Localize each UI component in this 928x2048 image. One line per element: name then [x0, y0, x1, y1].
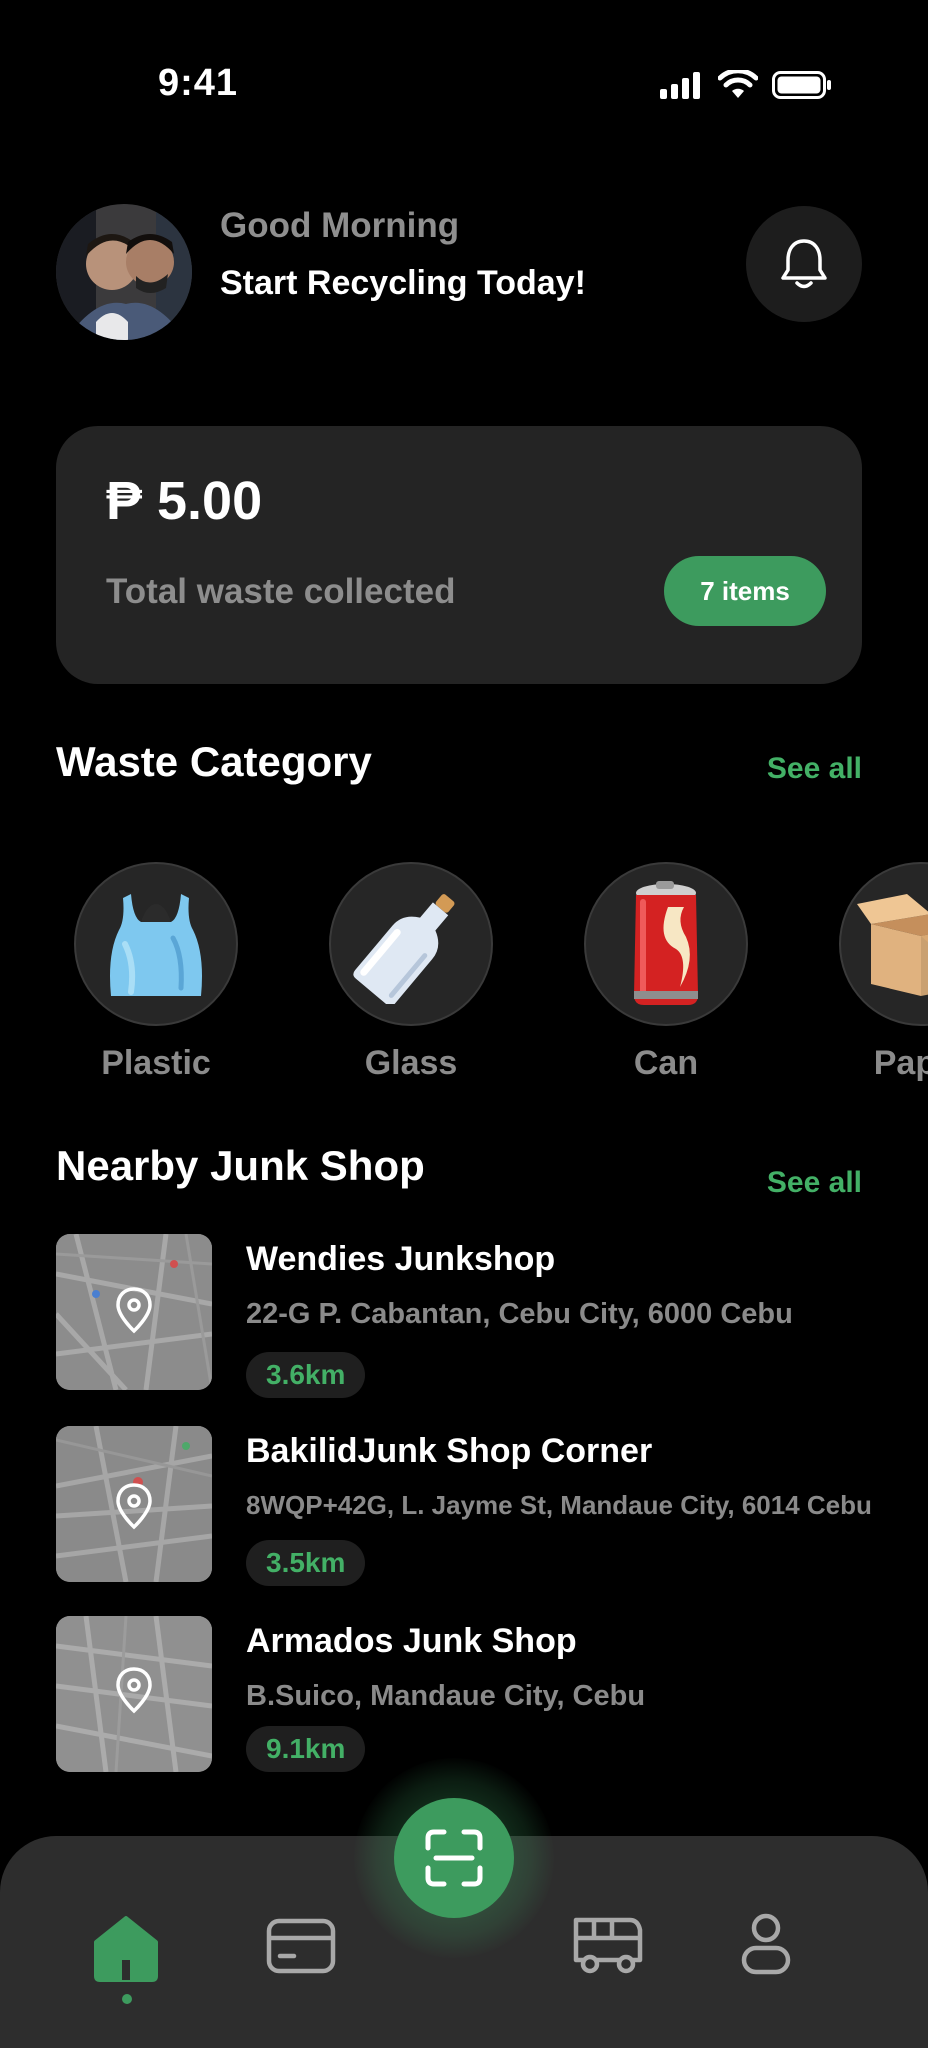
shop-item-bakilid[interactable]: BakilidJunk Shop Corner 8WQP+42G, L. Jay… [56, 1426, 916, 1586]
nav-home[interactable] [90, 1914, 162, 1982]
category-item-can[interactable]: Can [584, 862, 748, 1083]
status-bar: 9:41 [0, 0, 928, 130]
status-time: 9:41 [158, 62, 239, 104]
glass-bottle-icon [329, 862, 493, 1026]
active-indicator-dot [122, 1994, 132, 2004]
category-item-paper[interactable]: Paper [839, 862, 928, 1083]
wifi-icon [718, 70, 758, 98]
nearby-see-all[interactable]: See all [767, 1166, 862, 1200]
cardboard-box-icon [839, 862, 928, 1026]
items-count-badge: 7 items [664, 556, 826, 626]
profile-icon [741, 1913, 791, 1975]
shop-address: 8WQP+42G, L. Jayme St, Mandaue City, 601… [246, 1490, 872, 1520]
header: Good Morning Start Recycling Today! [56, 200, 862, 340]
balance-card[interactable]: ₱ 5.00 Total waste collected 7 items [56, 426, 862, 684]
waste-category-see-all[interactable]: See all [767, 752, 862, 786]
shop-distance-badge: 3.6km [246, 1352, 366, 1398]
battery-icon [772, 71, 831, 99]
greeting-text: Good Morning [220, 206, 460, 245]
shop-name: BakilidJunk Shop Corner [246, 1432, 653, 1470]
category-label-can: Can [633, 1044, 699, 1082]
location-pin-icon [116, 1483, 152, 1530]
bell-icon [781, 239, 827, 289]
location-pin-icon [116, 1667, 152, 1714]
shop-name: Wendies Junkshop [246, 1240, 556, 1278]
shop-distance-badge: 9.1km [246, 1726, 366, 1772]
category-label-glass: Glass [364, 1044, 458, 1082]
scan-icon [425, 1829, 483, 1887]
plastic-bag-icon [74, 862, 238, 1026]
nav-pickup[interactable] [572, 1914, 644, 1976]
shop-item-armados[interactable]: Armados Junk Shop B.Suico, Mandaue City,… [56, 1616, 916, 1776]
truck-icon [573, 1917, 643, 1974]
balance-amount: ₱ 5.00 [106, 471, 263, 531]
nav-profile[interactable] [740, 1912, 792, 1976]
wallet-card-icon [266, 1918, 336, 1974]
cellular-signal-icon [660, 72, 700, 99]
home-icon [94, 1916, 158, 1982]
balance-label: Total waste collected [106, 572, 456, 611]
nav-wallet[interactable] [266, 1916, 336, 1976]
shop-item-wendies[interactable]: Wendies Junkshop 22-G P. Cabantan, Cebu … [56, 1234, 916, 1398]
nearby-junk-shop-title: Nearby Junk Shop [56, 1142, 425, 1189]
shop-distance-badge: 3.5km [246, 1540, 366, 1586]
avatar[interactable] [56, 204, 192, 340]
shop-address: 22-G P. Cabantan, Cebu City, 6000 Cebu [246, 1298, 793, 1330]
category-label-paper: Paper [873, 1044, 928, 1082]
soda-can-icon [584, 862, 748, 1026]
scan-button[interactable] [394, 1798, 514, 1918]
greeting-subtitle: Start Recycling Today! [220, 264, 586, 302]
shop-address: B.Suico, Mandaue City, Cebu [246, 1680, 646, 1712]
location-pin-icon [116, 1287, 152, 1334]
status-icons [660, 70, 832, 100]
category-label-plastic: Plastic [101, 1044, 211, 1082]
notification-button[interactable] [746, 206, 862, 322]
category-item-plastic[interactable]: Plastic [74, 862, 238, 1083]
waste-category-list: Plastic Glass Can Pap [74, 862, 928, 1092]
shop-name: Armados Junk Shop [246, 1622, 577, 1660]
waste-category-title: Waste Category [56, 738, 372, 785]
category-item-glass[interactable]: Glass [329, 862, 493, 1083]
